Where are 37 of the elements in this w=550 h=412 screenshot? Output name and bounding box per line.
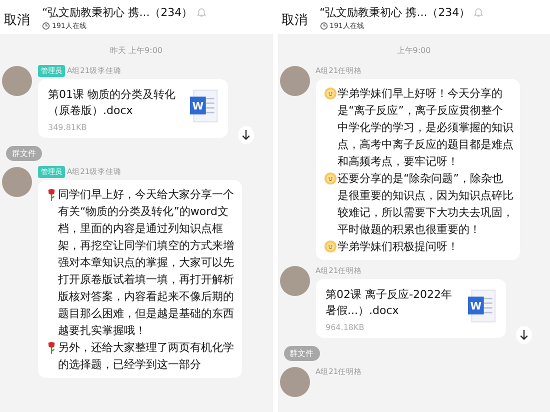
smiling-sun-icon — [324, 240, 336, 253]
bell-icon — [196, 7, 207, 18]
avatar-photo-placeholder[interactable] — [280, 367, 310, 397]
file-size: 964.18KB — [326, 323, 366, 332]
message-text: 另外，还给大家整理了两页有机化学的选择题，已经学到这一部分 — [58, 340, 235, 373]
rose-icon — [46, 341, 57, 354]
cancel-button[interactable]: 取消 — [4, 11, 30, 29]
timestamp: 上午9:00 — [396, 45, 432, 56]
avatar-photo-placeholder[interactable] — [2, 167, 32, 197]
message-text: 同学们早上好，今天给大家分享一个有关“物质的分类及转化”的word文档，里面的内容是通过列知识点框架，再挖空让同学们填空的方式来增强对本章知识点的掌握，大家可以先打开原卷版试着填一填，再打开解析版核对答案，内容看起来不像后期的题目那么困难，但是越是基础的东西越要扎实掌握哦！ — [58, 187, 235, 339]
message-text: 学弟学妹们积极提问呀！ — [338, 239, 458, 255]
clock-icon — [320, 22, 328, 30]
download-icon[interactable] — [516, 326, 532, 344]
word-document-icon: W — [468, 289, 496, 323]
avatar-photo-placeholder[interactable] — [280, 66, 310, 96]
file-card[interactable]: 第02课 离子反应-2022年暑假...）.docx 964.18KB W — [316, 279, 506, 338]
group-title: “弘文励教秉初心 携...（234） — [42, 5, 193, 20]
bell-icon — [473, 7, 484, 18]
group-file-tag: 群文件 — [284, 346, 320, 361]
group-title: “弘文励教秉初心 携...（234） — [320, 5, 470, 20]
timestamp: 昨天 上午9:00 — [108, 45, 164, 56]
file-card[interactable]: 第01课 物质的分类及转化（原卷版）.docx 349.81KB W — [38, 79, 228, 138]
avatar-photo-placeholder[interactable] — [280, 266, 310, 296]
cancel-button[interactable]: 取消 — [282, 11, 308, 29]
smiling-sun-icon — [324, 87, 336, 100]
message-text: 还要分享的是“除杂问题”，除杂也是很重要的知识点，因为知识点碎比较难记，所以需要下大功夫去巩固，平时做题的积累也很重要的！ — [338, 171, 514, 238]
file-name: 第02课 离子反应-2022年暑假...）.docx — [326, 287, 453, 319]
group-file-tag: 群文件 — [6, 146, 42, 161]
file-size: 349.81KB — [48, 123, 88, 132]
avatar-photo-placeholder[interactable] — [2, 66, 32, 96]
word-document-icon: W — [190, 89, 218, 123]
message-text: 学弟学妹们早上好呀！今天分享的是“离子反应”，离子反应贯彻整个中学化学的学习，是必须掌握的知识点，高考中离子反应的题目都是难点和高频考点，要牢记呀！ — [338, 86, 514, 170]
download-icon[interactable] — [238, 126, 254, 144]
clock-icon — [42, 22, 50, 30]
rose-icon — [46, 188, 57, 201]
smiling-sun-icon — [324, 172, 336, 185]
file-name: 第01课 物质的分类及转化（原卷版）.docx — [48, 87, 176, 119]
